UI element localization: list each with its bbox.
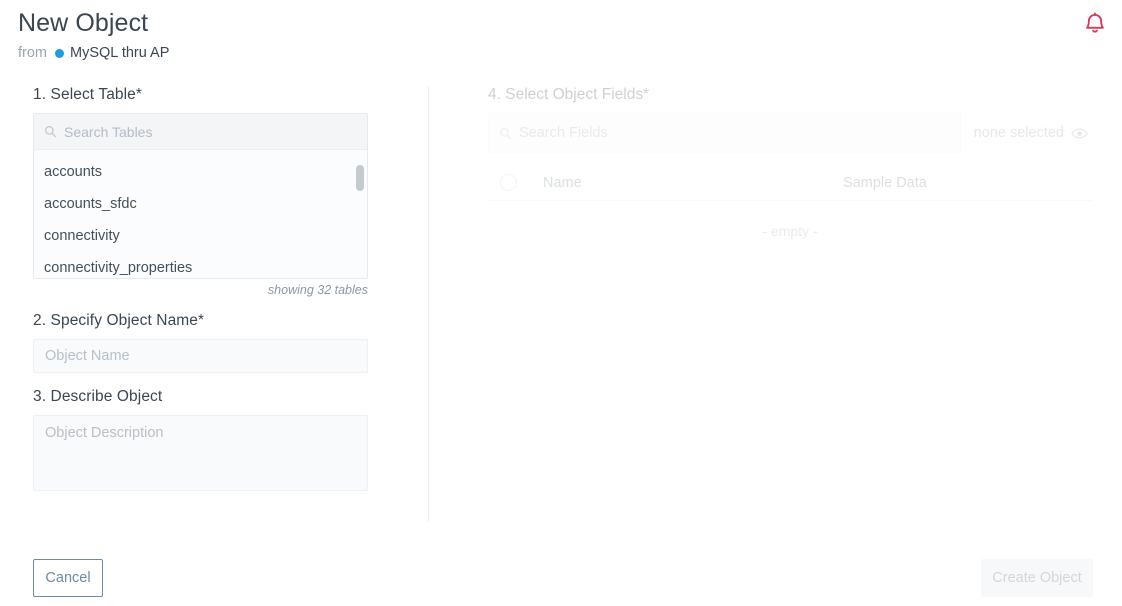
- cancel-button[interactable]: Cancel: [33, 559, 103, 597]
- object-description-input[interactable]: [33, 415, 368, 491]
- select-all-fields-checkbox[interactable]: [488, 174, 543, 191]
- fields-table: Name Sample Data - empty -: [488, 165, 1092, 239]
- scrollbar-thumb[interactable]: [356, 165, 364, 191]
- object-description-block: 3. Describe Object: [33, 388, 368, 496]
- search-fields-placeholder: Search Fields: [519, 125, 608, 141]
- table-list-item[interactable]: accounts: [34, 156, 367, 188]
- table-picker: Search Tables accounts accounts_sfdc con…: [33, 113, 368, 279]
- table-list-item[interactable]: connectivity: [34, 220, 367, 252]
- object-name-block: 2. Specify Object Name*: [33, 312, 368, 373]
- step-2-label: 2. Specify Object Name*: [33, 312, 205, 329]
- search-tables-input[interactable]: Search Tables: [34, 114, 367, 150]
- step-4-label: 4. Select Object Fields*: [488, 86, 650, 103]
- column-header-name: Name: [543, 174, 582, 191]
- circle-checkbox-icon: [500, 174, 517, 191]
- showing-tables-count: showing 32 tables: [267, 283, 368, 297]
- fields-table-header: Name Sample Data: [488, 165, 1092, 201]
- step-1-label: 1. Select Table*: [33, 86, 143, 103]
- source-subtitle: from MySQL thru AP: [18, 45, 169, 61]
- page-title: New Object: [18, 9, 149, 37]
- bell-icon-svg: [1086, 12, 1104, 33]
- search-fields-input[interactable]: Search Fields: [488, 113, 961, 153]
- search-icon: [44, 125, 57, 138]
- selected-fields-label: none selected: [973, 125, 1064, 141]
- table-list-item[interactable]: accounts_sfdc: [34, 188, 367, 220]
- new-object-page: New Object from MySQL thru AP 1. Select …: [0, 0, 1122, 606]
- source-status-dot: [55, 48, 64, 58]
- left-panel: 1. Select Table* Search Tables accounts …: [33, 86, 368, 496]
- fields-toolbar: Search Fields none selected: [488, 113, 1092, 153]
- table-list: accounts accounts_sfdc connectivity conn…: [34, 150, 367, 278]
- fields-empty-state: - empty -: [762, 223, 818, 239]
- eye-icon[interactable]: [1071, 127, 1088, 140]
- right-panel: 4. Select Object Fields* Search Fields n…: [488, 86, 1092, 239]
- search-tables-placeholder: Search Tables: [64, 123, 153, 140]
- step-3-label: 3. Describe Object: [33, 388, 163, 405]
- selected-fields-state[interactable]: none selected: [961, 125, 1092, 141]
- create-object-button[interactable]: Create Object: [981, 559, 1093, 597]
- object-name-input[interactable]: [33, 339, 368, 373]
- from-label: from: [18, 45, 47, 61]
- column-header-sample-data: Sample Data: [843, 174, 927, 191]
- table-list-item[interactable]: connectivity_properties: [34, 252, 367, 278]
- search-icon: [499, 127, 512, 140]
- source-name-label: MySQL thru AP: [70, 45, 170, 61]
- table-list-scrollbar[interactable]: [356, 157, 364, 275]
- panel-divider: [428, 86, 429, 522]
- bell-icon[interactable]: [1082, 10, 1108, 36]
